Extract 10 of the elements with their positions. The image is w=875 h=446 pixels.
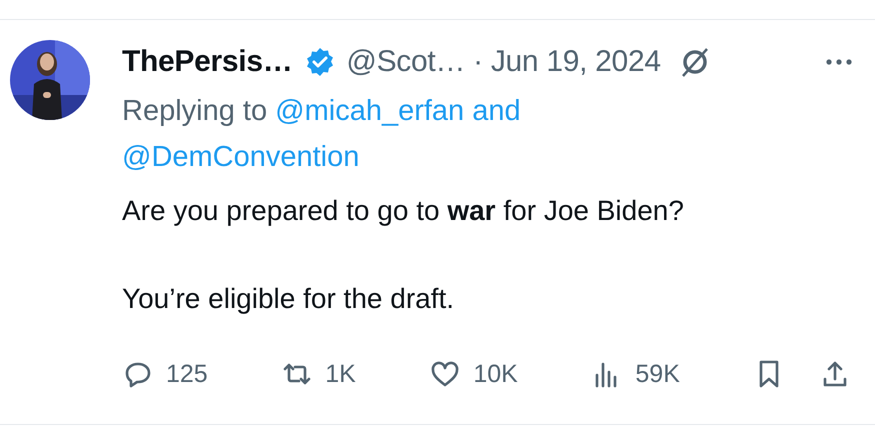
action-count: 1K — [325, 360, 356, 388]
display-name[interactable]: ThePersis… — [122, 45, 292, 79]
post-date[interactable]: · Jun 19, 2024 — [473, 45, 661, 79]
user-handle[interactable]: @Scot… — [346, 45, 466, 79]
action-count: 125 — [166, 360, 208, 388]
reply-context: Replying to @micah_erfan and @DemConvention — [122, 94, 522, 175]
tweet-text: You’re eligible for the draft. — [122, 282, 456, 316]
action-count: 59K — [635, 360, 680, 388]
tweet-text: Are you prepared to go to war for Joe Biden? — [122, 194, 685, 228]
action-count: 10K — [473, 360, 518, 388]
